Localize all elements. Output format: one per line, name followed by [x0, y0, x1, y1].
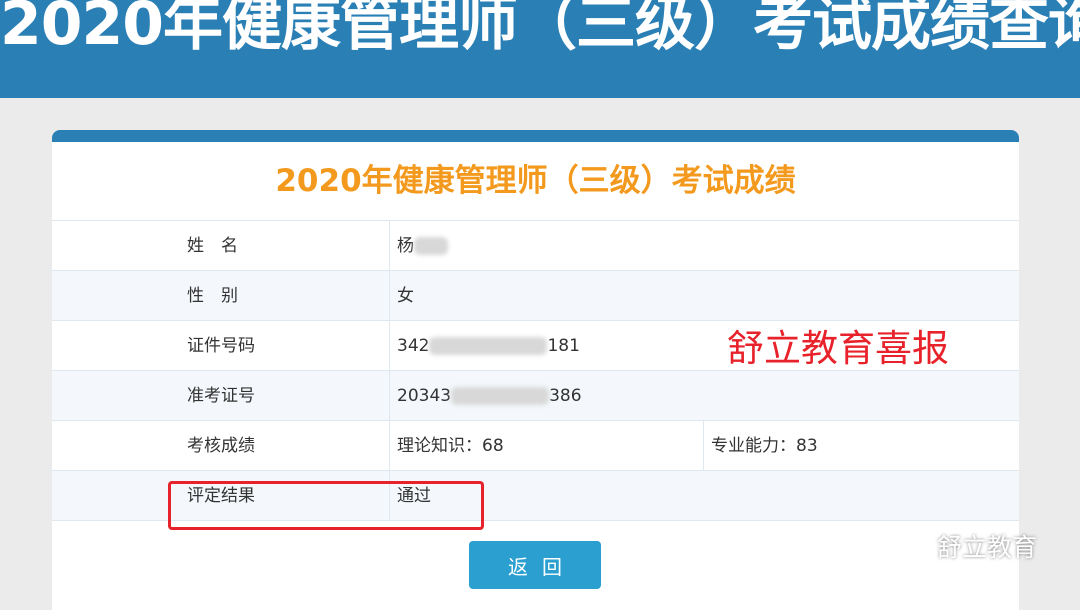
exam-prefix: 20343 — [397, 386, 452, 406]
id-prefix: 342 — [397, 336, 430, 356]
cell-divider — [389, 421, 390, 470]
cell-divider — [703, 421, 704, 470]
row-label: 准考证号 — [187, 386, 255, 406]
id-number-value: 342 181 — [397, 321, 580, 371]
cell-divider — [389, 321, 390, 370]
cell-divider — [389, 271, 390, 320]
watermark: 舒立教育 — [893, 528, 1037, 564]
page-title: 2020年健康管理师（三级）考试成绩查询 — [0, 0, 1080, 59]
name-value: 杨 — [397, 221, 448, 271]
table-row-scores: 考核成绩 理论知识：68 专业能力：83 — [52, 420, 1019, 470]
congrats-annotation: 舒立教育喜报 — [727, 327, 949, 370]
masked-text — [429, 337, 548, 355]
exam-number-value: 20343 386 — [397, 371, 582, 421]
row-label: 姓 名 — [187, 236, 238, 256]
gender-value: 女 — [397, 286, 414, 306]
row-label: 考核成绩 — [187, 436, 255, 456]
id-suffix: 181 — [547, 336, 580, 356]
watermark-text: 舒立教育 — [937, 533, 1038, 562]
skill-score: 专业能力：83 — [711, 436, 818, 456]
cell-divider — [389, 221, 390, 270]
table-row-exam-number: 准考证号 20343 386 — [52, 370, 1019, 420]
row-label: 性 别 — [187, 286, 238, 306]
wechat-icon — [893, 531, 930, 560]
table-row-name: 姓 名 杨 — [52, 220, 1019, 270]
masked-text — [451, 387, 550, 405]
theory-score: 理论知识：68 — [397, 436, 504, 456]
masked-text — [414, 237, 448, 255]
card-title: 2020年健康管理师（三级）考试成绩 — [275, 163, 796, 199]
cell-divider — [389, 371, 390, 420]
result-highlight-box — [168, 481, 484, 530]
table-row-gender: 性 别 女 — [52, 270, 1019, 320]
header-banner: 2020年健康管理师（三级）考试成绩查询 — [0, 0, 1080, 98]
row-label: 证件号码 — [187, 336, 255, 356]
name-visible-part: 杨 — [397, 236, 414, 256]
return-button[interactable]: 返回 — [469, 541, 601, 589]
exam-suffix: 386 — [549, 386, 582, 406]
